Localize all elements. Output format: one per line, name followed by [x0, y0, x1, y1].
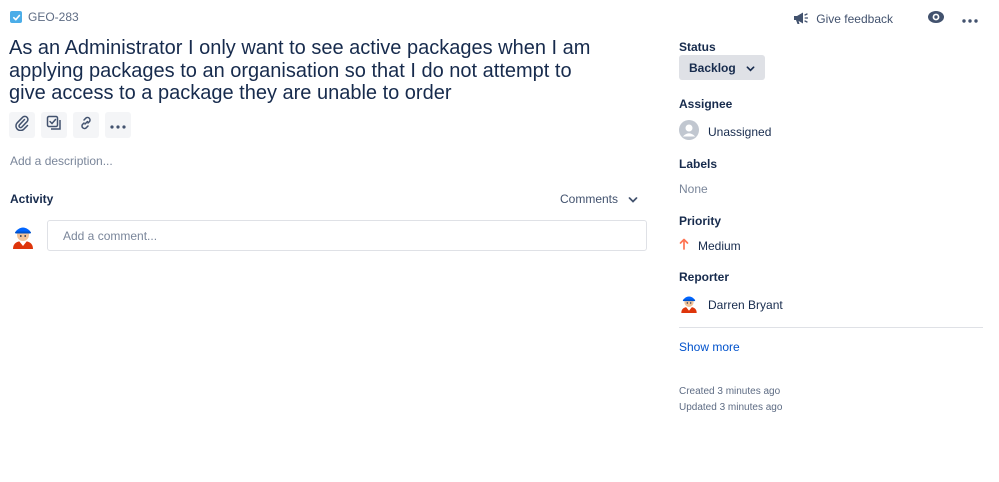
reporter-value: Darren Bryant — [708, 297, 783, 312]
unassigned-avatar-icon — [679, 120, 699, 143]
issue-key-label[interactable]: GEO-283 — [28, 10, 79, 24]
priority-field[interactable]: Medium — [679, 238, 741, 253]
priority-label: Priority — [679, 214, 722, 228]
labels-value[interactable]: None — [679, 182, 708, 196]
more-icon — [962, 10, 978, 28]
current-user-avatar — [10, 223, 36, 249]
link-icon — [78, 115, 94, 136]
give-feedback-label: Give feedback — [816, 12, 893, 26]
give-feedback-button[interactable]: Give feedback — [792, 10, 893, 29]
task-type-icon — [10, 11, 22, 23]
priority-value: Medium — [698, 238, 741, 253]
eye-icon — [927, 10, 945, 29]
priority-medium-icon — [679, 238, 689, 253]
subtask-icon — [46, 115, 62, 136]
comment-input[interactable]: Add a comment... — [47, 220, 647, 251]
assignee-value: Unassigned — [708, 124, 772, 139]
attach-button[interactable] — [9, 112, 35, 138]
show-more-link[interactable]: Show more — [679, 340, 740, 354]
reporter-field[interactable]: Darren Bryant — [679, 293, 783, 316]
activity-filter-select[interactable]: Comments — [560, 192, 638, 206]
attachment-icon — [15, 115, 29, 136]
labels-label: Labels — [679, 157, 718, 171]
watch-button[interactable] — [925, 8, 947, 30]
issue-toolbar — [9, 112, 131, 138]
create-subtask-button[interactable] — [41, 112, 67, 138]
activity-heading: Activity — [10, 192, 54, 206]
more-icon — [110, 116, 126, 134]
issue-key[interactable]: GEO-283 — [10, 10, 79, 24]
megaphone-icon — [792, 10, 809, 29]
reporter-avatar — [679, 293, 699, 316]
reporter-label: Reporter — [679, 270, 730, 284]
updated-timestamp: Updated 3 minutes ago — [679, 402, 783, 413]
created-timestamp: Created 3 minutes ago — [679, 386, 781, 397]
activity-filter-value: Comments — [560, 192, 619, 206]
assignee-field[interactable]: Unassigned — [679, 120, 771, 143]
link-issue-button[interactable] — [73, 112, 99, 138]
chevron-down-icon — [628, 192, 638, 206]
more-actions-button[interactable] — [959, 8, 981, 30]
status-value: Backlog — [689, 60, 736, 75]
assignee-label: Assignee — [679, 97, 733, 111]
more-toolbar-button[interactable] — [105, 112, 131, 138]
chevron-down-icon — [746, 61, 755, 75]
issue-actions: Give feedback — [792, 8, 981, 30]
status-label: Status — [679, 40, 716, 54]
status-dropdown[interactable]: Backlog — [679, 55, 765, 80]
description-placeholder[interactable]: Add a description... — [10, 154, 113, 168]
sidebar-divider — [679, 327, 983, 328]
issue-summary[interactable]: As an Administrator I only want to see a… — [9, 37, 609, 105]
